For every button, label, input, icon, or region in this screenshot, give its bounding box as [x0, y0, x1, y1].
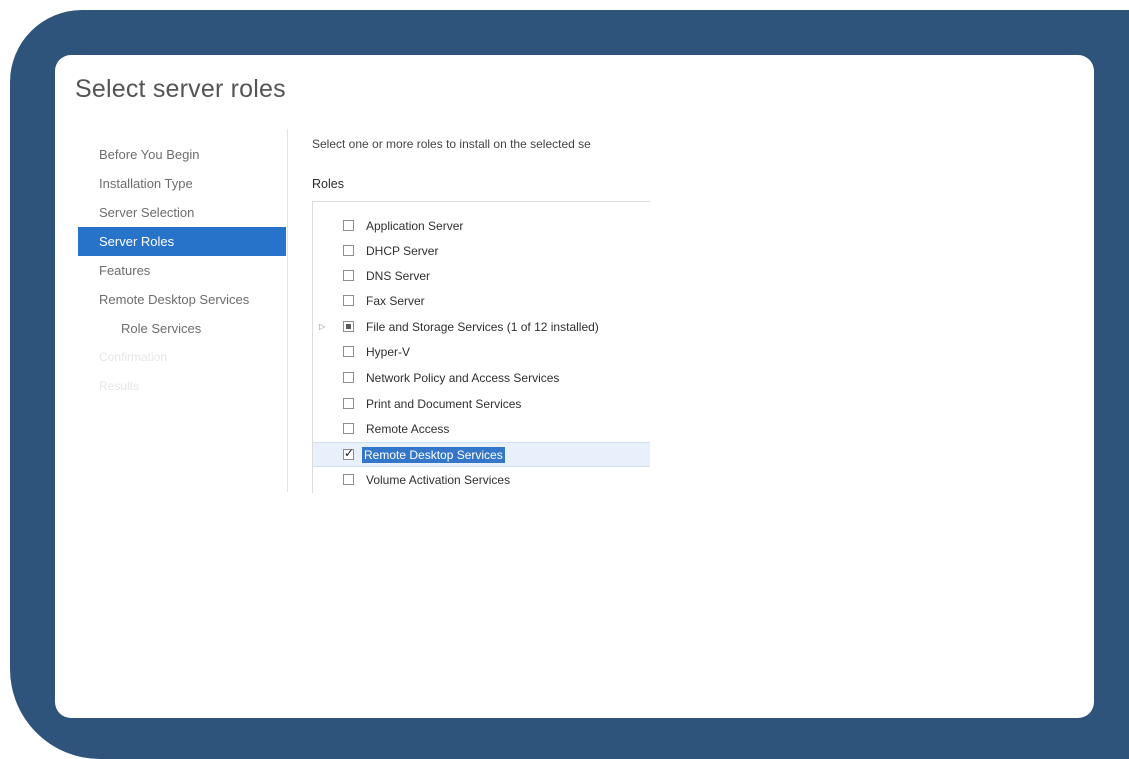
instruction-text: Select one or more roles to install on t… — [312, 137, 591, 151]
nav-item-server-selection[interactable]: Server Selection — [78, 198, 286, 227]
nav-item-server-roles[interactable]: Server Roles — [78, 227, 286, 256]
role-label: Remote Access — [366, 421, 450, 436]
nav-item-remote-desktop-services[interactable]: Remote Desktop Services — [78, 285, 286, 314]
checkbox-remote-desktop-services[interactable]: ✓ — [343, 446, 355, 460]
checkbox-network-policy[interactable] — [343, 372, 354, 383]
role-row-remote-desktop-services[interactable]: ✓ Remote Desktop Services — [313, 442, 650, 467]
nav-item-installation-type[interactable]: Installation Type — [78, 169, 286, 198]
role-row-hyper-v[interactable]: Hyper-V — [313, 339, 650, 364]
wizard-nav: Before You Begin Installation Type Serve… — [78, 140, 286, 401]
expand-arrow-icon[interactable]: ▷ — [319, 322, 327, 331]
role-label: Hyper-V — [366, 344, 411, 359]
role-row-file-and-storage-services[interactable]: ▷ File and Storage Services (1 of 12 ins… — [313, 314, 650, 339]
role-row-fax-server[interactable]: Fax Server — [313, 288, 650, 313]
roles-heading: Roles — [312, 177, 344, 191]
nav-item-confirmation: Confirmation — [99, 350, 168, 364]
nav-item-role-services[interactable]: Role Services — [78, 314, 286, 343]
checkbox-dhcp-server[interactable] — [343, 245, 354, 256]
checkbox-volume-activation-services[interactable] — [343, 474, 354, 485]
role-label: Application Server — [366, 218, 464, 233]
role-label: Print and Document Services — [366, 396, 522, 411]
role-label: File and Storage Services (1 of 12 insta… — [366, 319, 599, 334]
role-label: Network Policy and Access Services — [366, 370, 560, 385]
role-row-network-policy[interactable]: Network Policy and Access Services — [313, 365, 650, 390]
checkbox-dns-server[interactable] — [343, 270, 354, 281]
role-row-dhcp-server[interactable]: DHCP Server — [313, 238, 650, 263]
checkbox-file-and-storage-services[interactable] — [343, 321, 354, 332]
page-title: Select server roles — [75, 75, 286, 103]
role-label: DHCP Server — [366, 243, 439, 258]
nav-item-results: Results — [99, 379, 140, 393]
role-label: Volume Activation Services — [366, 472, 511, 487]
checkbox-fax-server[interactable] — [343, 295, 354, 306]
nav-item-features[interactable]: Features — [78, 256, 286, 285]
nav-item-before-you-begin[interactable]: Before You Begin — [78, 140, 286, 169]
wizard-window: Select server roles Before You Begin Ins… — [55, 55, 1094, 718]
role-row-application-server[interactable]: Application Server — [313, 213, 650, 238]
role-label: DNS Server — [366, 268, 431, 283]
checkbox-remote-access[interactable] — [343, 423, 354, 434]
role-row-print-and-document-services[interactable]: Print and Document Services — [313, 391, 650, 416]
role-row-remote-access[interactable]: Remote Access — [313, 416, 650, 441]
checkbox-hyper-v[interactable] — [343, 346, 354, 357]
checkbox-application-server[interactable] — [343, 220, 354, 231]
role-row-dns-server[interactable]: DNS Server — [313, 263, 650, 288]
roles-panel: Select one or more roles to install on t… — [312, 133, 650, 493]
role-row-volume-activation-services[interactable]: Volume Activation Services — [313, 467, 650, 492]
checkbox-print-and-document-services[interactable] — [343, 398, 354, 409]
checkmark-icon: ✓ — [344, 446, 355, 460]
role-label: Remote Desktop Services — [362, 446, 505, 463]
roles-list[interactable]: Application Server DHCP Server DNS Serve… — [312, 201, 650, 493]
nav-divider — [287, 129, 288, 492]
role-label: Fax Server — [366, 293, 425, 308]
